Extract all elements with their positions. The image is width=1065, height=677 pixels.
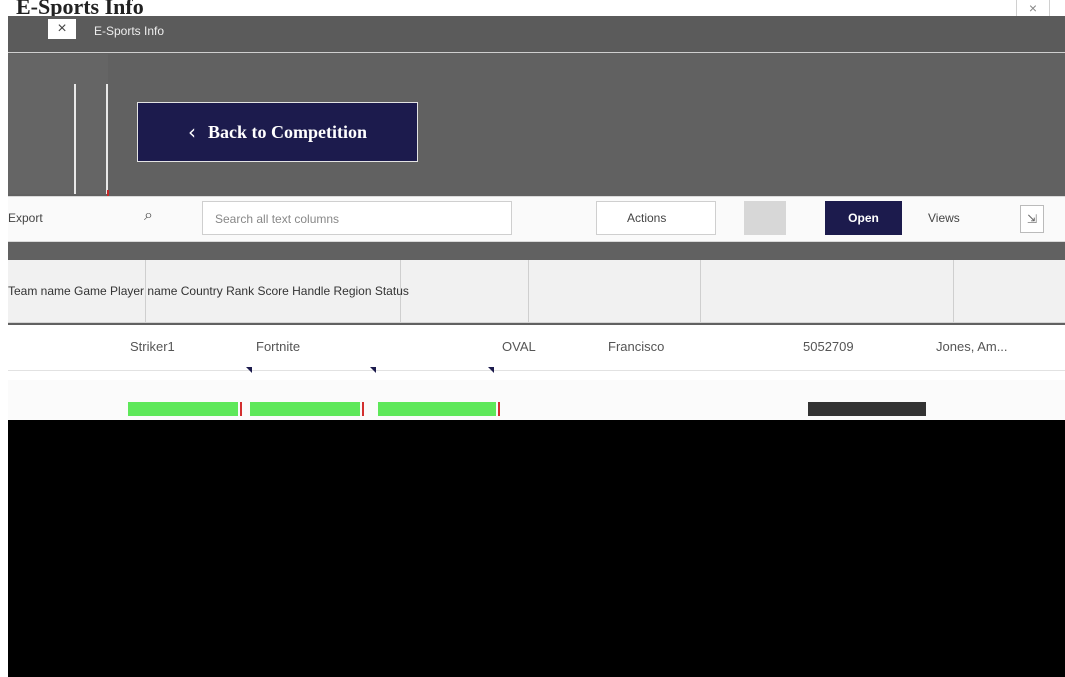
export-link[interactable]: Export — [8, 211, 43, 225]
export-icon[interactable]: ⇲ — [1020, 205, 1044, 233]
table-toolbar: Export ⌕ Search all text columns Actions… — [8, 196, 1065, 242]
cell-city: Francisco — [608, 339, 665, 354]
status-fill — [128, 402, 238, 416]
cell-name: Jones, Am... — [936, 339, 1008, 354]
table-header-row: Team name Game Player name Country Rank … — [8, 260, 1065, 323]
views-link[interactable]: Views — [928, 211, 960, 225]
actions-dropdown[interactable]: Actions — [596, 201, 716, 235]
status-tick — [362, 402, 364, 416]
filter-button[interactable] — [744, 201, 786, 235]
status-tick — [240, 402, 242, 416]
open-button[interactable]: Open — [825, 201, 902, 235]
header-labels: Team name Game Player name Country Rank … — [8, 284, 409, 298]
search-icon[interactable]: ⌕ — [144, 207, 153, 225]
chevron-left-icon: ‹ — [188, 120, 196, 144]
divider — [74, 84, 76, 194]
cell-game: Fortnite — [256, 339, 301, 354]
page-gutter — [0, 16, 8, 677]
table-row[interactable] — [8, 380, 1065, 421]
search-input[interactable]: Search all text columns — [202, 201, 512, 235]
cell-marker — [488, 367, 494, 373]
status-fill — [250, 402, 360, 416]
status-fill — [378, 402, 496, 416]
actions-label: Actions — [627, 211, 667, 225]
back-button-label: Back to Competition — [208, 121, 367, 142]
header-col[interactable] — [700, 260, 954, 322]
back-to-competition-button[interactable]: ‹ Back to Competition — [137, 102, 418, 162]
table-row[interactable]: Striker1 Fortnite OVAL Francisco 5052709… — [8, 325, 1065, 373]
status-fill-dark — [808, 402, 926, 416]
dialog-label: E-Sports Info — [94, 24, 165, 38]
unrendered-region — [8, 420, 1065, 677]
cell-team: Striker1 — [130, 339, 175, 354]
dialog-topbar: × E-Sports Info — [8, 16, 1065, 53]
cell-marker — [246, 367, 252, 373]
header-col[interactable] — [528, 260, 701, 322]
cell-country: OVAL — [502, 339, 536, 354]
cell-marker — [370, 367, 376, 373]
status-tick — [498, 402, 500, 416]
header-col[interactable] — [400, 260, 529, 322]
side-strip — [8, 54, 108, 194]
divider — [106, 84, 108, 194]
close-icon[interactable]: × — [48, 19, 76, 39]
cell-id: 5052709 — [803, 339, 854, 354]
